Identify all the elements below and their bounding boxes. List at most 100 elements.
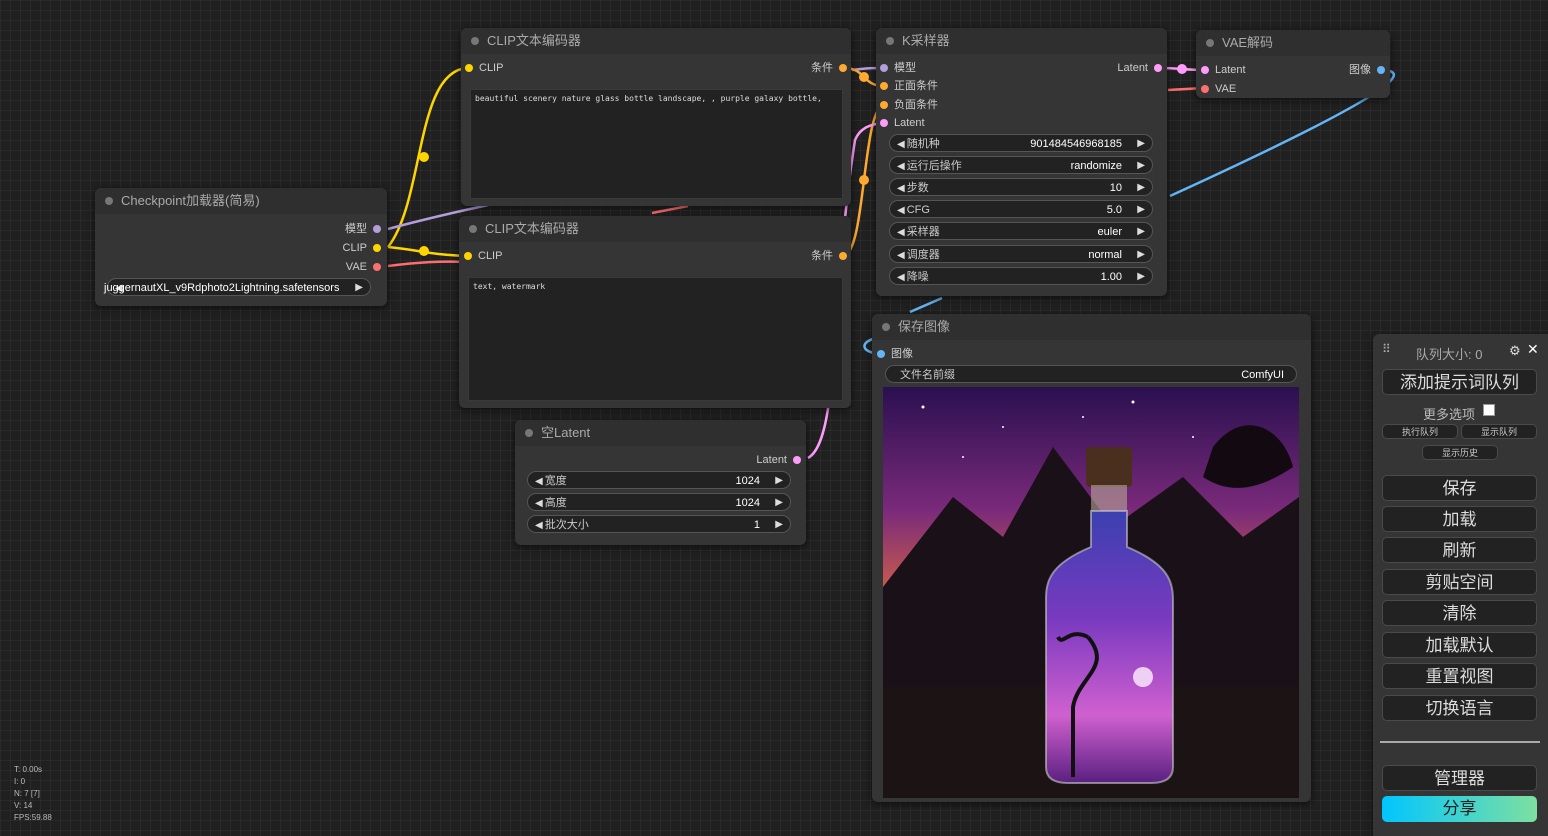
empty-latent-node[interactable]: 空Latent Latent ◀ 宽度 1024 ▶ ◀ 高度 1024 ▶ ◀ 批次大小 1 ▶ xyxy=(515,420,806,545)
input-latent[interactable]: Latent xyxy=(1201,63,1246,77)
collapse-dot-icon[interactable] xyxy=(471,37,479,45)
menu-divider xyxy=(1380,741,1540,743)
collapse-dot-icon[interactable] xyxy=(105,197,113,205)
input-clip[interactable]: CLIP xyxy=(464,249,502,263)
collapse-dot-icon[interactable] xyxy=(469,225,477,233)
filename-prefix-widget[interactable]: 文件名前缀 ComfyUI xyxy=(885,365,1297,383)
save-button[interactable]: 保存 xyxy=(1382,475,1537,501)
load-default-button[interactable]: 加载默认 xyxy=(1382,632,1537,658)
arrow-right-icon[interactable]: ▶ xyxy=(775,516,783,534)
input-positive[interactable]: 正面条件 xyxy=(880,79,938,93)
node-title[interactable]: K采样器 xyxy=(876,28,1167,54)
clipspace-button[interactable]: 剪贴空间 xyxy=(1382,569,1537,595)
ckpt-name-widget[interactable]: ◀ juggernautXL_v9Rdphoto2Lightning.safet… xyxy=(104,278,371,297)
show-queue-button[interactable]: 显示队列 xyxy=(1461,424,1537,439)
gear-icon[interactable]: ⚙ xyxy=(1509,343,1521,359)
prompt-textarea[interactable]: beautiful scenery nature glass bottle la… xyxy=(470,89,843,199)
seed-widget[interactable]: ◀ 随机种 901484546968185 ▶ xyxy=(889,134,1153,152)
close-icon[interactable]: ✕ xyxy=(1527,341,1539,358)
node-title[interactable]: 保存图像 xyxy=(872,314,1311,340)
wire-clip-to-positive xyxy=(387,66,469,248)
output-image[interactable]: 图像 xyxy=(1349,63,1385,77)
arrow-right-icon[interactable]: ▶ xyxy=(1137,268,1145,286)
save-image-node[interactable]: 保存图像 图像 文件名前缀 ComfyUI xyxy=(872,314,1311,802)
clear-button[interactable]: 清除 xyxy=(1382,600,1537,626)
arrow-left-icon: ◀ xyxy=(535,476,543,487)
height-widget[interactable]: ◀ 高度 1024 ▶ xyxy=(527,493,791,511)
queue-size-label: 队列大小: 0 xyxy=(1416,347,1483,362)
output-model[interactable]: 模型 xyxy=(345,222,381,236)
denoise-widget[interactable]: ◀ 降噪 1.00 ▶ xyxy=(889,267,1153,285)
share-button[interactable]: 分享 xyxy=(1382,796,1537,822)
collapse-dot-icon[interactable] xyxy=(882,323,890,331)
arrow-right-icon[interactable]: ▶ xyxy=(1137,157,1145,175)
arrow-left-icon: ◀ xyxy=(897,250,905,261)
queue-prompt-button[interactable]: 添加提示词队列 xyxy=(1382,369,1537,395)
arrow-left-icon: ◀ xyxy=(897,183,905,194)
input-negative[interactable]: 负面条件 xyxy=(880,98,938,112)
steps-widget[interactable]: ◀ 步数 10 ▶ xyxy=(889,178,1153,196)
output-conditioning[interactable]: 条件 xyxy=(811,61,847,75)
control-after-generate-widget[interactable]: ◀ 运行后操作 randomize ▶ xyxy=(889,156,1153,174)
arrow-right-icon[interactable]: ▶ xyxy=(1137,135,1145,153)
drag-handle-icon[interactable]: ⠿ xyxy=(1382,342,1391,356)
arrow-right-icon[interactable]: ▶ xyxy=(775,494,783,512)
manager-button[interactable]: 管理器 xyxy=(1382,765,1537,791)
wire-negative-midpoint xyxy=(859,175,869,185)
collapse-dot-icon[interactable] xyxy=(886,37,894,45)
arrow-right-icon[interactable]: ▶ xyxy=(1137,223,1145,241)
view-history-button[interactable]: 显示历史 xyxy=(1422,445,1498,460)
cfg-widget[interactable]: ◀ CFG 5.0 ▶ xyxy=(889,200,1153,218)
sampler-widget[interactable]: ◀ 采样器 euler ▶ xyxy=(889,222,1153,240)
input-model[interactable]: 模型 xyxy=(880,61,916,75)
output-latent[interactable]: Latent xyxy=(1117,61,1162,75)
wire-latent-midpoint xyxy=(1177,64,1187,74)
extra-options-label: 更多选项 xyxy=(1423,407,1476,422)
output-vae[interactable]: VAE xyxy=(346,260,381,274)
wire-clip-positive-midpoint xyxy=(419,152,429,162)
node-title[interactable]: 空Latent xyxy=(515,420,806,446)
input-clip[interactable]: CLIP xyxy=(465,61,503,75)
arrow-right-icon[interactable]: ▶ xyxy=(1137,179,1145,197)
input-latent[interactable]: Latent xyxy=(880,116,925,130)
input-vae[interactable]: VAE xyxy=(1201,82,1236,96)
node-title[interactable]: VAE解码 xyxy=(1196,30,1390,56)
reset-view-button[interactable]: 重置视图 xyxy=(1382,663,1537,689)
vae-decode-node[interactable]: VAE解码 Latent VAE 图像 xyxy=(1196,30,1390,98)
generated-image-preview[interactable] xyxy=(883,387,1299,798)
collapse-dot-icon[interactable] xyxy=(1206,39,1214,47)
arrow-right-icon[interactable]: ▶ xyxy=(1137,201,1145,219)
render-stats: T: 0.00s I: 0 N: 7 [7] V: 14 FPS:59.88 xyxy=(14,765,52,822)
node-title[interactable]: Checkpoint加载器(简易) xyxy=(95,188,387,214)
output-conditioning[interactable]: 条件 xyxy=(811,249,847,263)
clip-text-encode-positive-node[interactable]: CLIP文本编码器 CLIP 条件 beautiful scenery natu… xyxy=(461,28,851,206)
node-title[interactable]: CLIP文本编码器 xyxy=(459,216,851,242)
wire-clip-negative-midpoint xyxy=(419,246,429,256)
node-title[interactable]: CLIP文本编码器 xyxy=(461,28,851,54)
output-latent[interactable]: Latent xyxy=(756,453,801,467)
width-widget[interactable]: ◀ 宽度 1024 ▶ xyxy=(527,471,791,489)
arrow-left-icon: ◀ xyxy=(535,498,543,509)
checkpoint-loader-node[interactable]: Checkpoint加载器(简易) 模型 CLIP VAE ◀ juggerna… xyxy=(95,188,387,306)
arrow-left-icon: ◀ xyxy=(897,139,905,150)
input-image[interactable]: 图像 xyxy=(877,347,913,361)
load-button[interactable]: 加载 xyxy=(1382,506,1537,532)
refresh-button[interactable]: 刷新 xyxy=(1382,537,1537,563)
arrow-left-icon: ◀ xyxy=(897,227,905,238)
ksampler-node[interactable]: K采样器 模型 正面条件 负面条件 Latent Latent ◀ 随机种 9014… xyxy=(876,28,1167,296)
arrow-right-icon[interactable]: ▶ xyxy=(775,472,783,490)
switch-language-button[interactable]: 切换语言 xyxy=(1382,695,1537,721)
batch-size-widget[interactable]: ◀ 批次大小 1 ▶ xyxy=(527,515,791,533)
arrow-left-icon: ◀ xyxy=(897,205,905,216)
view-queue-button[interactable]: 执行队列 xyxy=(1382,424,1458,439)
collapse-dot-icon[interactable] xyxy=(525,429,533,437)
extra-options-checkbox[interactable] xyxy=(1483,404,1495,416)
arrow-right-icon[interactable]: ▶ xyxy=(355,279,363,297)
prompt-textarea[interactable]: text, watermark xyxy=(468,277,843,401)
clip-text-encode-negative-node[interactable]: CLIP文本编码器 CLIP 条件 text, watermark xyxy=(459,216,851,408)
scheduler-widget[interactable]: ◀ 调度器 normal ▶ xyxy=(889,245,1153,263)
wire-vae-to-decode xyxy=(387,260,469,268)
wire-clip-to-negative xyxy=(387,245,469,258)
output-clip[interactable]: CLIP xyxy=(343,241,381,255)
arrow-right-icon[interactable]: ▶ xyxy=(1137,246,1145,264)
